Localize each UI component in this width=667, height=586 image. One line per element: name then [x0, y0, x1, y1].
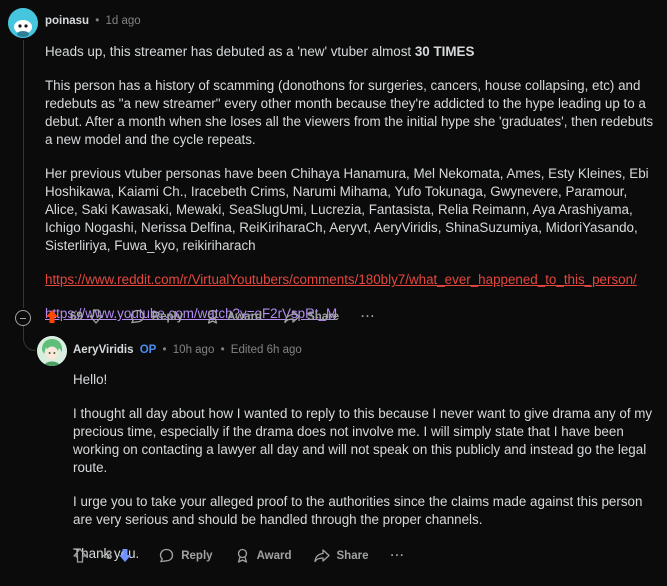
author-name[interactable]: AeryViridis — [73, 344, 134, 356]
op-badge: OP — [139, 344, 157, 356]
share-button[interactable]: Share — [313, 548, 369, 563]
reply-button[interactable]: Reply — [159, 548, 213, 563]
reply-icon — [130, 309, 144, 324]
avatar[interactable] — [37, 336, 67, 366]
vote-group: -3 — [73, 548, 139, 563]
link-paragraph: https://www.reddit.com/r/VirtualYoutuber… — [45, 271, 660, 289]
paragraph: Hello! — [73, 372, 108, 387]
bold-text: 30 TIMES — [414, 44, 475, 59]
meta-separator: • — [162, 344, 167, 356]
reddit-link[interactable]: https://www.reddit.com/r/VirtualYoutuber… — [45, 272, 637, 287]
meta-separator: • — [95, 15, 100, 27]
avatar[interactable] — [8, 8, 38, 38]
share-icon — [284, 310, 300, 324]
timestamp[interactable]: 1d ago — [106, 15, 141, 27]
edited-label: Edited 6h ago — [230, 344, 302, 356]
upvote-icon[interactable] — [45, 309, 59, 324]
award-button[interactable]: Award — [205, 309, 262, 324]
user-avatar-icon — [37, 336, 67, 366]
share-label: Share — [307, 310, 340, 323]
vote-count: 69 — [70, 310, 83, 323]
comment-actions: -3 Reply Award Share ··· — [73, 548, 427, 563]
reply-button[interactable]: Reply — [130, 309, 183, 324]
collapse-thread-button[interactable] — [15, 310, 31, 326]
thread-elbow — [23, 325, 36, 351]
vote-count: -3 — [102, 549, 113, 562]
timestamp[interactable]: 10h ago — [173, 344, 215, 356]
comment-actions: 69 Reply Award Share ··· — [45, 309, 398, 324]
more-options-button[interactable]: ··· — [361, 311, 376, 323]
award-button[interactable]: Award — [235, 548, 292, 563]
author-name[interactable]: poinasu — [45, 15, 89, 27]
snoo-avatar-icon — [8, 8, 38, 38]
award-icon — [207, 309, 218, 324]
paragraph-text: Heads up, this streamer has debuted as a… — [45, 44, 415, 59]
comment-meta: poinasu • 1d ago — [45, 15, 141, 27]
upvote-icon[interactable] — [73, 548, 87, 563]
comment-meta: AeryViridis OP • 10h ago • Edited 6h ago — [73, 344, 302, 356]
award-label: Award — [256, 549, 292, 562]
paragraph: Her previous vtuber personas have been C… — [45, 166, 649, 253]
downvote-icon[interactable] — [118, 548, 132, 563]
vote-group: 69 — [45, 309, 110, 324]
more-options-button[interactable]: ··· — [390, 550, 405, 562]
minus-icon — [20, 317, 26, 319]
paragraph: I urge you to take your alleged proof to… — [73, 494, 643, 527]
paragraph: I thought all day about how I wanted to … — [73, 406, 653, 475]
share-label: Share — [336, 549, 369, 562]
share-button[interactable]: Share — [284, 309, 339, 324]
reply-label: Reply — [151, 310, 184, 323]
comment-body: Heads up, this streamer has debuted as a… — [45, 43, 660, 339]
meta-separator: • — [220, 344, 225, 356]
more-icon: ··· — [390, 549, 405, 562]
share-icon — [313, 549, 330, 563]
paragraph: Heads up, this streamer has debuted as a… — [45, 43, 660, 61]
paragraph: This person has a history of scamming (d… — [45, 78, 654, 147]
reply-label: Reply — [181, 549, 213, 562]
thread-line[interactable] — [23, 40, 24, 308]
award-label: Award — [227, 310, 263, 323]
reply-icon — [160, 548, 174, 563]
more-icon: ··· — [361, 310, 376, 323]
downvote-icon[interactable] — [89, 309, 103, 324]
award-icon — [237, 548, 247, 563]
